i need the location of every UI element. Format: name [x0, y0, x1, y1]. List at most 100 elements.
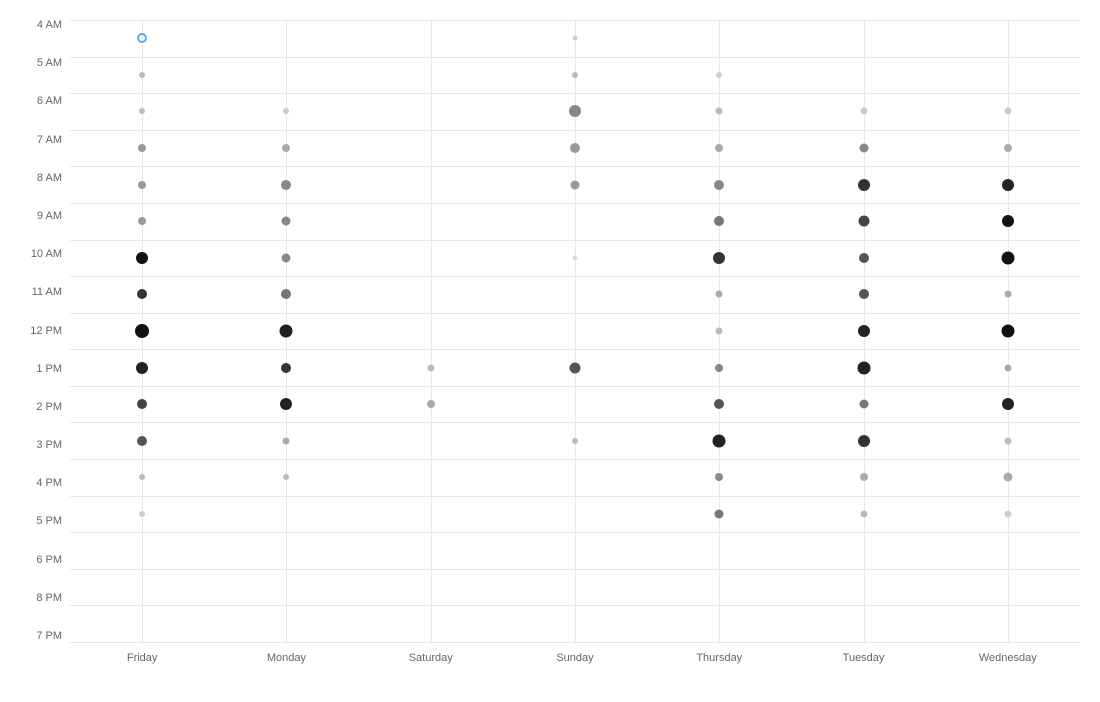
data-dot [1002, 215, 1014, 227]
chart-container: 4 AM5 AM6 AM7 AM8 AM9 AM10 AM11 AM12 PM1… [0, 0, 1100, 702]
x-label: Sunday [503, 652, 647, 664]
data-dot [714, 216, 724, 226]
y-label: 10 AM [0, 249, 70, 260]
data-dot [137, 436, 147, 446]
data-dot [572, 438, 578, 444]
data-dot [571, 180, 580, 189]
data-dot [139, 72, 145, 78]
data-dot [1001, 251, 1014, 264]
data-dot [280, 398, 292, 410]
data-dot [282, 253, 291, 262]
data-dot [136, 362, 148, 374]
data-dot [859, 289, 869, 299]
data-dot [858, 435, 870, 447]
data-dot [857, 361, 870, 374]
data-dot [283, 474, 289, 480]
y-axis: 4 AM5 AM6 AM7 AM8 AM9 AM10 AM11 AM12 PM1… [0, 20, 70, 642]
data-dot [281, 363, 291, 373]
data-dot [139, 511, 145, 517]
y-label: 6 PM [0, 555, 70, 566]
y-label: 4 AM [0, 20, 70, 31]
x-label: Wednesday [936, 652, 1080, 664]
data-dot [281, 289, 291, 299]
data-dot [427, 364, 434, 371]
data-dot [137, 289, 147, 299]
data-dot [1004, 144, 1012, 152]
y-label: 2 PM [0, 402, 70, 413]
y-label: 12 PM [0, 326, 70, 337]
chart-plot-area [70, 20, 1080, 642]
data-dot [283, 108, 289, 114]
data-dot [570, 362, 581, 373]
data-dot [715, 509, 724, 518]
dots-layer [70, 20, 1080, 642]
data-dot [860, 510, 867, 517]
data-dot [716, 72, 722, 78]
x-axis: FridayMondaySaturdaySundayThursdayTuesda… [70, 642, 1080, 702]
data-dot [715, 364, 723, 372]
data-dot [138, 144, 146, 152]
data-dot [570, 143, 580, 153]
y-label: 8 PM [0, 593, 70, 604]
data-dot [859, 400, 868, 409]
data-dot [569, 105, 581, 117]
data-dot [282, 144, 290, 152]
data-dot [715, 473, 723, 481]
data-dot [858, 216, 869, 227]
data-dot [714, 180, 724, 190]
data-dot [858, 325, 870, 337]
data-dot [282, 217, 291, 226]
x-label: Friday [70, 652, 214, 664]
y-label: 5 PM [0, 516, 70, 527]
data-dot [1003, 473, 1012, 482]
data-dot [1004, 291, 1011, 298]
data-dot [713, 434, 726, 447]
y-label: 7 AM [0, 135, 70, 146]
data-dot [859, 144, 868, 153]
y-label: 9 AM [0, 211, 70, 222]
x-label: Monday [214, 652, 358, 664]
y-label: 8 AM [0, 173, 70, 184]
y-label: 5 AM [0, 58, 70, 69]
data-dot [139, 474, 145, 480]
x-label: Thursday [647, 652, 791, 664]
data-dot [138, 181, 146, 189]
data-dot [135, 324, 149, 338]
y-label: 7 PM [0, 631, 70, 642]
data-dot [427, 400, 435, 408]
data-dot [1002, 179, 1014, 191]
data-dot [281, 180, 291, 190]
data-dot [858, 179, 870, 191]
data-dot [1004, 364, 1011, 371]
x-label: Saturday [359, 652, 503, 664]
x-label: Tuesday [791, 652, 935, 664]
y-label: 3 PM [0, 440, 70, 451]
y-label: 1 PM [0, 364, 70, 375]
data-dot [137, 33, 147, 43]
data-dot [138, 217, 146, 225]
data-dot [573, 36, 578, 41]
data-dot [716, 108, 723, 115]
data-dot [572, 72, 578, 78]
data-dot [1004, 437, 1011, 444]
data-dot [716, 291, 723, 298]
data-dot [280, 325, 293, 338]
data-dot [714, 399, 724, 409]
data-dot [136, 252, 148, 264]
data-dot [716, 328, 723, 335]
data-dot [137, 399, 147, 409]
data-dot [1001, 325, 1014, 338]
data-dot [573, 255, 578, 260]
data-dot [1004, 510, 1011, 517]
data-dot [283, 437, 290, 444]
data-dot [860, 473, 868, 481]
data-dot [860, 108, 867, 115]
data-dot [859, 253, 869, 263]
data-dot [139, 108, 145, 114]
data-dot [715, 144, 723, 152]
data-dot [1002, 398, 1014, 410]
data-dot [713, 252, 725, 264]
data-dot [1004, 108, 1011, 115]
y-label: 11 AM [0, 287, 70, 298]
y-label: 4 PM [0, 478, 70, 489]
